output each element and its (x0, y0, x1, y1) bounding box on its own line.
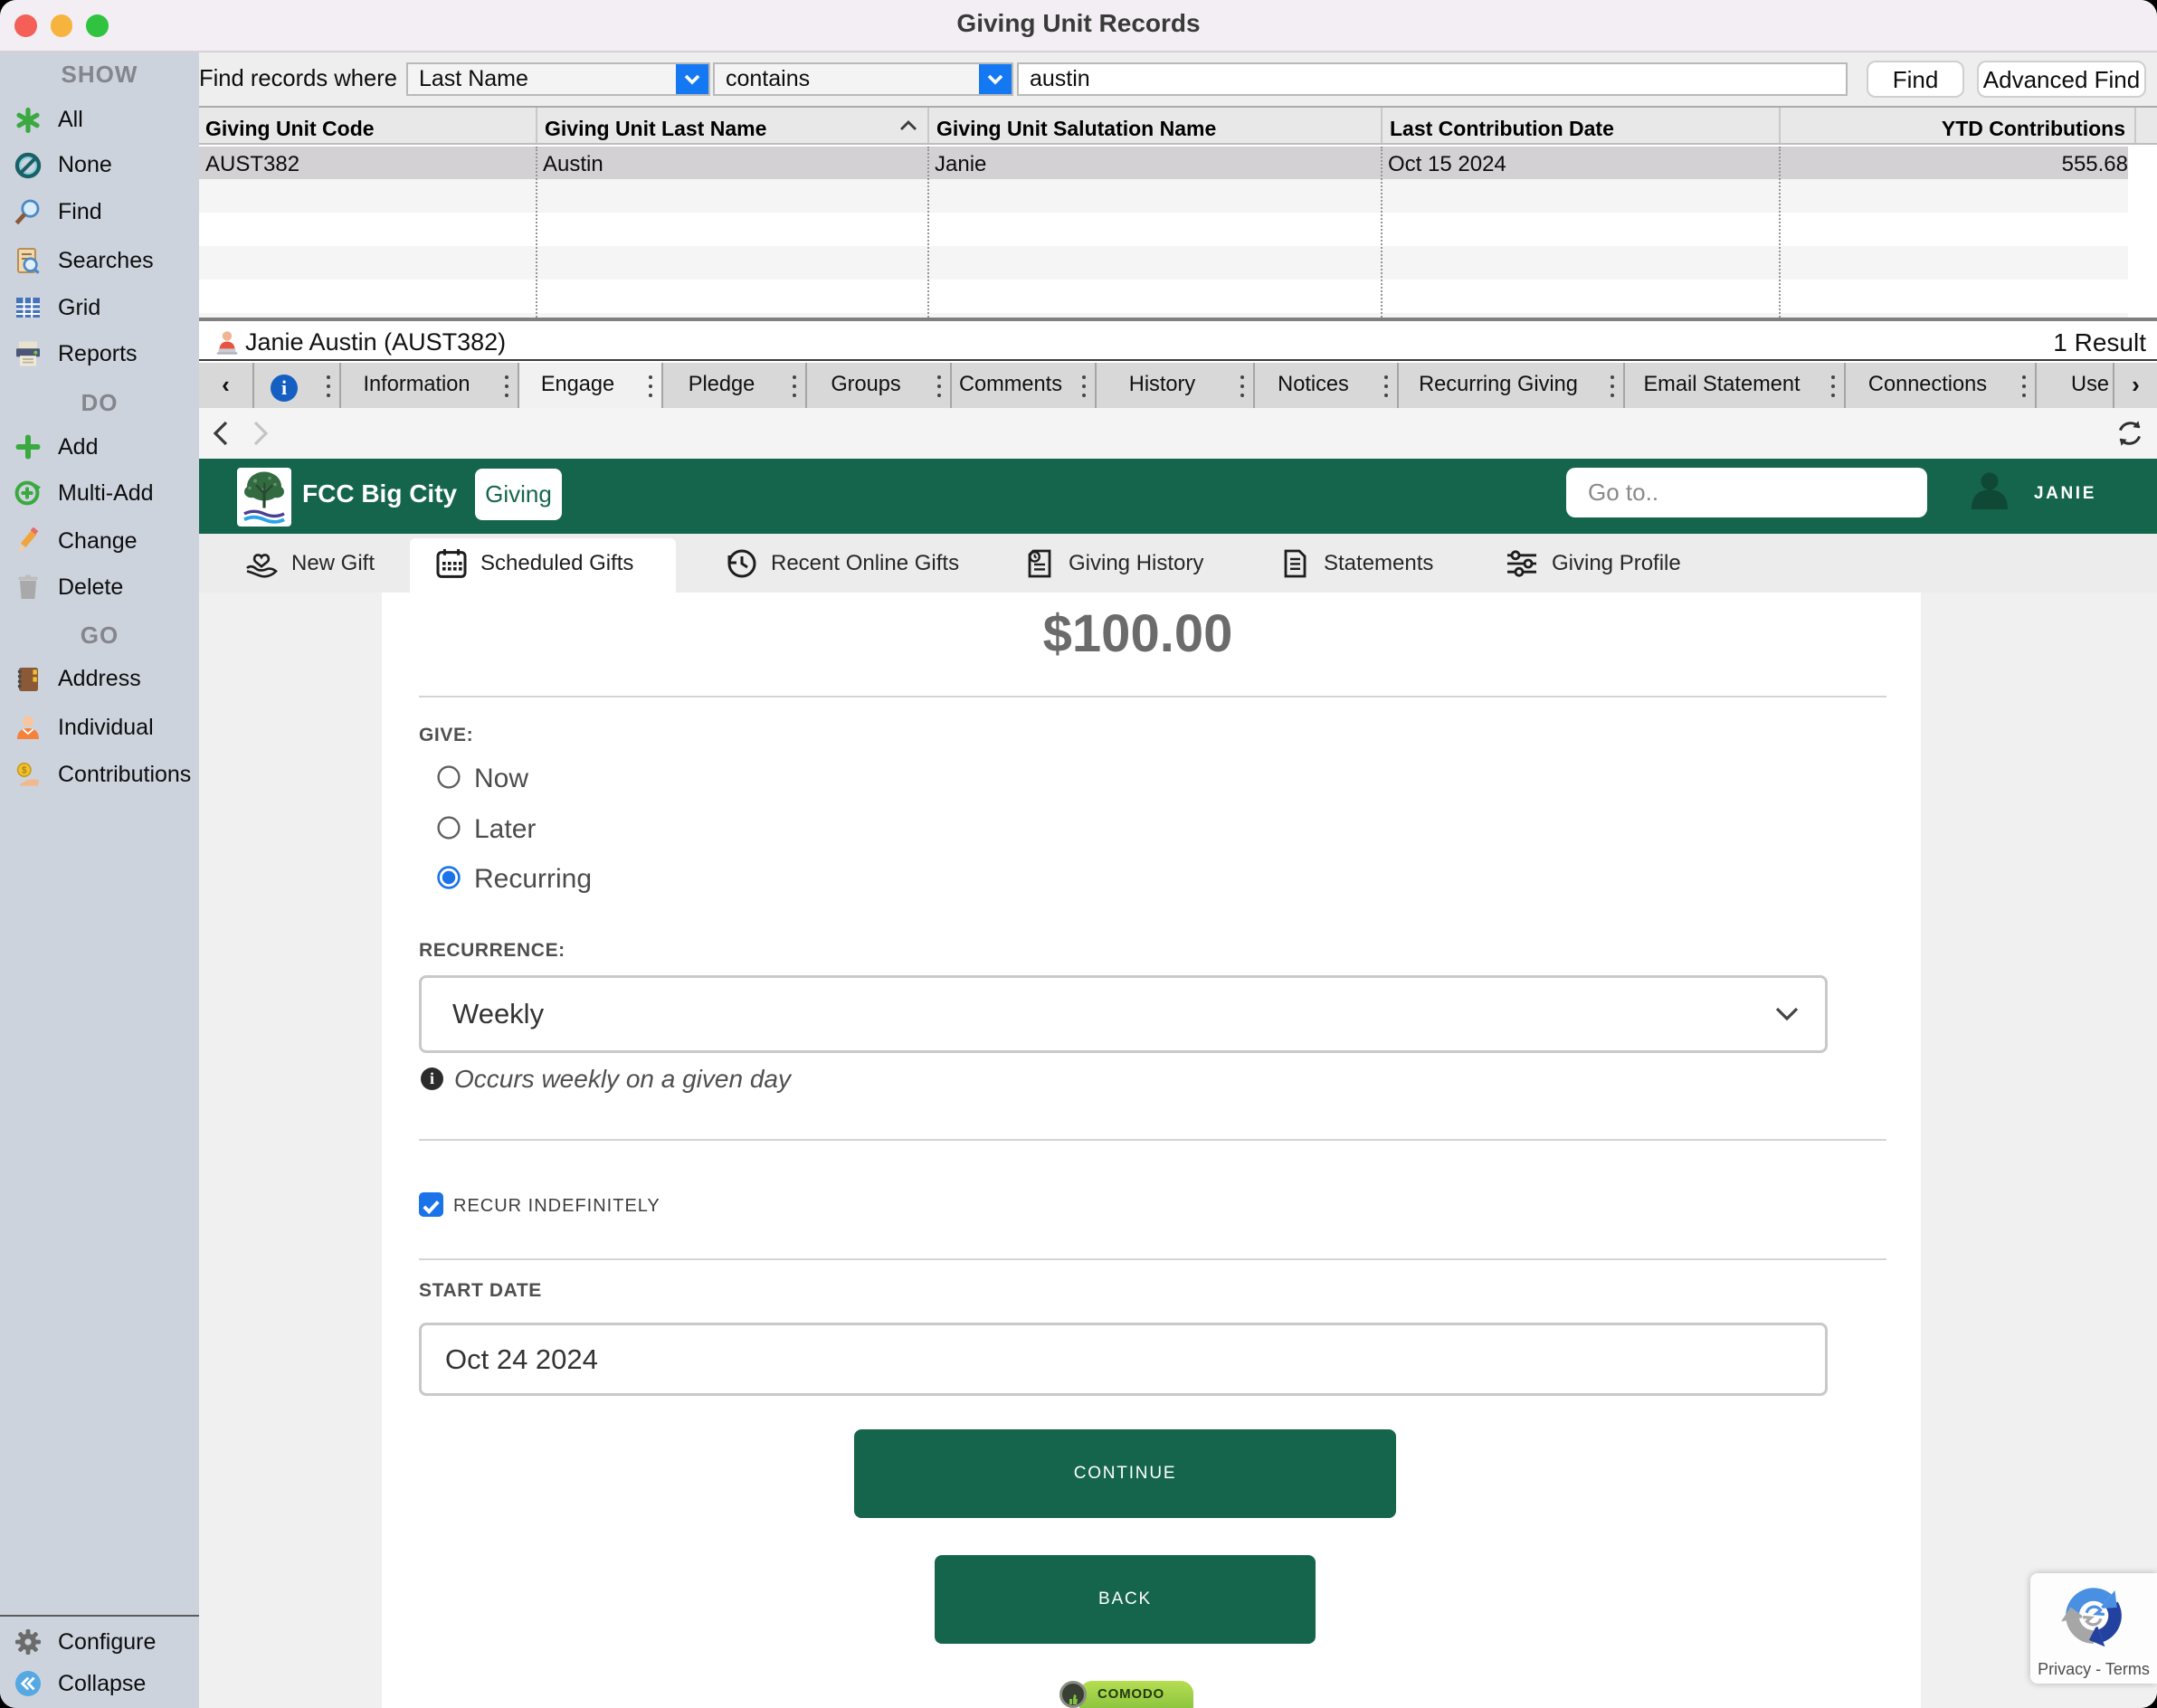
svg-text:$: $ (22, 766, 27, 776)
